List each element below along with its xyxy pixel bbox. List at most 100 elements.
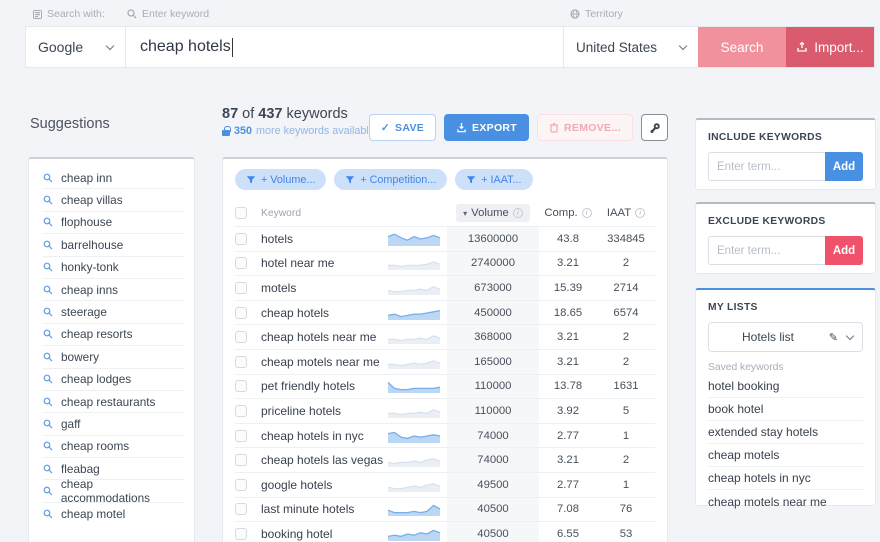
row-checkbox[interactable] xyxy=(235,528,247,540)
list-select[interactable]: Hotels list ✎ xyxy=(708,322,863,352)
table-row[interactable]: hotel near me 2740000 3.21 2 xyxy=(235,251,655,276)
keyword-cell: cheap hotels las vegas xyxy=(261,448,387,472)
filter-chip[interactable]: + Competition... xyxy=(334,169,447,190)
saved-keyword-item[interactable]: book hotel xyxy=(708,398,863,421)
suggestion-item[interactable]: cheap restaurants xyxy=(43,391,184,413)
col-volume[interactable]: ▾ Volume i xyxy=(447,204,539,222)
territory-select[interactable]: United States xyxy=(563,27,698,67)
volume-cell: 40500 xyxy=(447,522,539,542)
include-add-button[interactable]: Add xyxy=(825,152,863,181)
col-iaat[interactable]: IAAT i xyxy=(597,207,655,219)
keyword-cell: cheap hotels in nyc xyxy=(261,424,387,448)
row-checkbox[interactable] xyxy=(235,257,247,269)
search-button[interactable]: Search xyxy=(698,27,786,67)
row-checkbox[interactable] xyxy=(235,380,247,392)
row-checkbox[interactable] xyxy=(235,282,247,294)
filter-chip[interactable]: + Volume... xyxy=(235,169,326,190)
row-checkbox[interactable] xyxy=(235,356,247,368)
table-row[interactable]: pet friendly hotels 110000 13.78 1631 xyxy=(235,374,655,399)
filter-chip[interactable]: + IAAT... xyxy=(455,169,532,190)
search-icon xyxy=(43,486,53,496)
saved-keyword-label: cheap hotels in nyc xyxy=(708,471,811,485)
suggestion-label: cheap villas xyxy=(61,193,123,207)
table-row[interactable]: google hotels 49500 2.77 1 xyxy=(235,472,655,497)
suggestion-item[interactable]: gaff xyxy=(43,413,184,435)
keyword-cell: last minute hotels xyxy=(261,498,387,522)
suggestion-item[interactable]: cheap motel xyxy=(43,503,184,525)
remove-button[interactable]: REMOVE... xyxy=(537,114,633,141)
suggestion-item[interactable]: cheap resorts xyxy=(43,324,184,346)
row-checkbox[interactable] xyxy=(235,454,247,466)
row-checkbox[interactable] xyxy=(235,503,247,515)
comp-cell: 2.77 xyxy=(539,473,597,497)
search-bar: Google cheap hotels United States Search… xyxy=(25,26,875,68)
table-row[interactable]: cheap hotels 450000 18.65 6574 xyxy=(235,300,655,325)
search-icon xyxy=(43,217,53,227)
row-checkbox[interactable] xyxy=(235,430,247,442)
search-icon xyxy=(43,173,53,183)
export-button[interactable]: EXPORT xyxy=(444,114,529,141)
suggestion-item[interactable]: cheap lodges xyxy=(43,369,184,391)
info-icon: i xyxy=(582,208,592,218)
exclude-term-input[interactable] xyxy=(708,236,825,265)
table-row[interactable]: cheap motels near me 165000 3.21 2 xyxy=(235,349,655,374)
comp-cell: 13.78 xyxy=(539,375,597,399)
saved-keyword-item[interactable]: hotel booking xyxy=(708,375,863,398)
include-term-input[interactable] xyxy=(708,152,825,181)
edit-pencil-icon[interactable]: ✎ xyxy=(829,331,838,344)
my-lists-card: MY LISTS Hotels list ✎ Saved keywords ho… xyxy=(695,288,876,506)
engine-select[interactable]: Google xyxy=(26,27,126,67)
keyword-table: hotels 13600000 43.8 334845 hotel near m… xyxy=(235,226,655,542)
table-row[interactable]: hotels 13600000 43.8 334845 xyxy=(235,226,655,251)
select-all-checkbox[interactable] xyxy=(235,207,247,219)
saved-keyword-item[interactable]: cheap motels xyxy=(708,444,863,467)
row-checkbox[interactable] xyxy=(235,479,247,491)
volume-cell: 49500 xyxy=(447,473,539,497)
import-button[interactable]: Import... xyxy=(786,27,874,67)
comp-cell: 3.21 xyxy=(539,325,597,349)
table-row[interactable]: motels 673000 15.39 2714 xyxy=(235,275,655,300)
suggestion-item[interactable]: cheap inns xyxy=(43,279,184,301)
table-row[interactable]: priceline hotels 110000 3.92 5 xyxy=(235,398,655,423)
search-icon xyxy=(43,307,53,317)
col-comp[interactable]: Comp. i xyxy=(539,207,597,219)
sparkline xyxy=(387,473,447,497)
saved-keyword-item[interactable]: extended stay hotels xyxy=(708,421,863,444)
saved-keyword-item[interactable]: cheap hotels in nyc xyxy=(708,467,863,490)
suggestion-item[interactable]: cheap accommodations xyxy=(43,480,184,502)
suggestion-item[interactable]: barrelhouse xyxy=(43,234,184,256)
suggestion-label: fleabag xyxy=(61,462,100,476)
keyword-input[interactable]: cheap hotels xyxy=(126,27,563,67)
keyword-cell: priceline hotels xyxy=(261,399,387,423)
table-row[interactable]: booking hotel 40500 6.55 53 xyxy=(235,521,655,542)
keyword-cell: cheap hotels near me xyxy=(261,325,387,349)
volume-cell: 450000 xyxy=(447,301,539,325)
table-row[interactable]: last minute hotels 40500 7.08 76 xyxy=(235,497,655,522)
suggestion-item[interactable]: flophouse xyxy=(43,212,184,234)
row-checkbox[interactable] xyxy=(235,405,247,417)
table-row[interactable]: cheap hotels las vegas 74000 3.21 2 xyxy=(235,447,655,472)
col-keyword[interactable]: Keyword xyxy=(261,208,387,219)
suggestion-item[interactable]: cheap rooms xyxy=(43,436,184,458)
exclude-add-button[interactable]: Add xyxy=(825,236,863,265)
settings-button[interactable] xyxy=(641,114,668,141)
row-checkbox[interactable] xyxy=(235,307,247,319)
save-button[interactable]: ✓ SAVE xyxy=(369,114,436,141)
table-row[interactable]: cheap hotels near me 368000 3.21 2 xyxy=(235,324,655,349)
suggestion-item[interactable]: cheap villas xyxy=(43,189,184,211)
suggestion-item[interactable]: steerage xyxy=(43,301,184,323)
saved-keyword-item[interactable]: cheap motels near me xyxy=(708,490,863,513)
search-icon xyxy=(43,285,53,295)
check-icon: ✓ xyxy=(381,122,390,134)
table-row[interactable]: cheap hotels in nyc 74000 2.77 1 xyxy=(235,423,655,448)
row-checkbox[interactable] xyxy=(235,331,247,343)
suggestion-label: cheap restaurants xyxy=(61,395,155,409)
sparkline xyxy=(387,399,447,423)
exclude-keywords-card: EXCLUDE KEYWORDS Add xyxy=(695,202,876,274)
suggestion-item[interactable]: cheap inn xyxy=(43,167,184,189)
row-checkbox[interactable] xyxy=(235,233,247,245)
suggestion-label: barrelhouse xyxy=(61,238,123,252)
suggestion-item[interactable]: bowery xyxy=(43,346,184,368)
comp-cell: 2.77 xyxy=(539,424,597,448)
suggestion-item[interactable]: honky-tonk xyxy=(43,257,184,279)
